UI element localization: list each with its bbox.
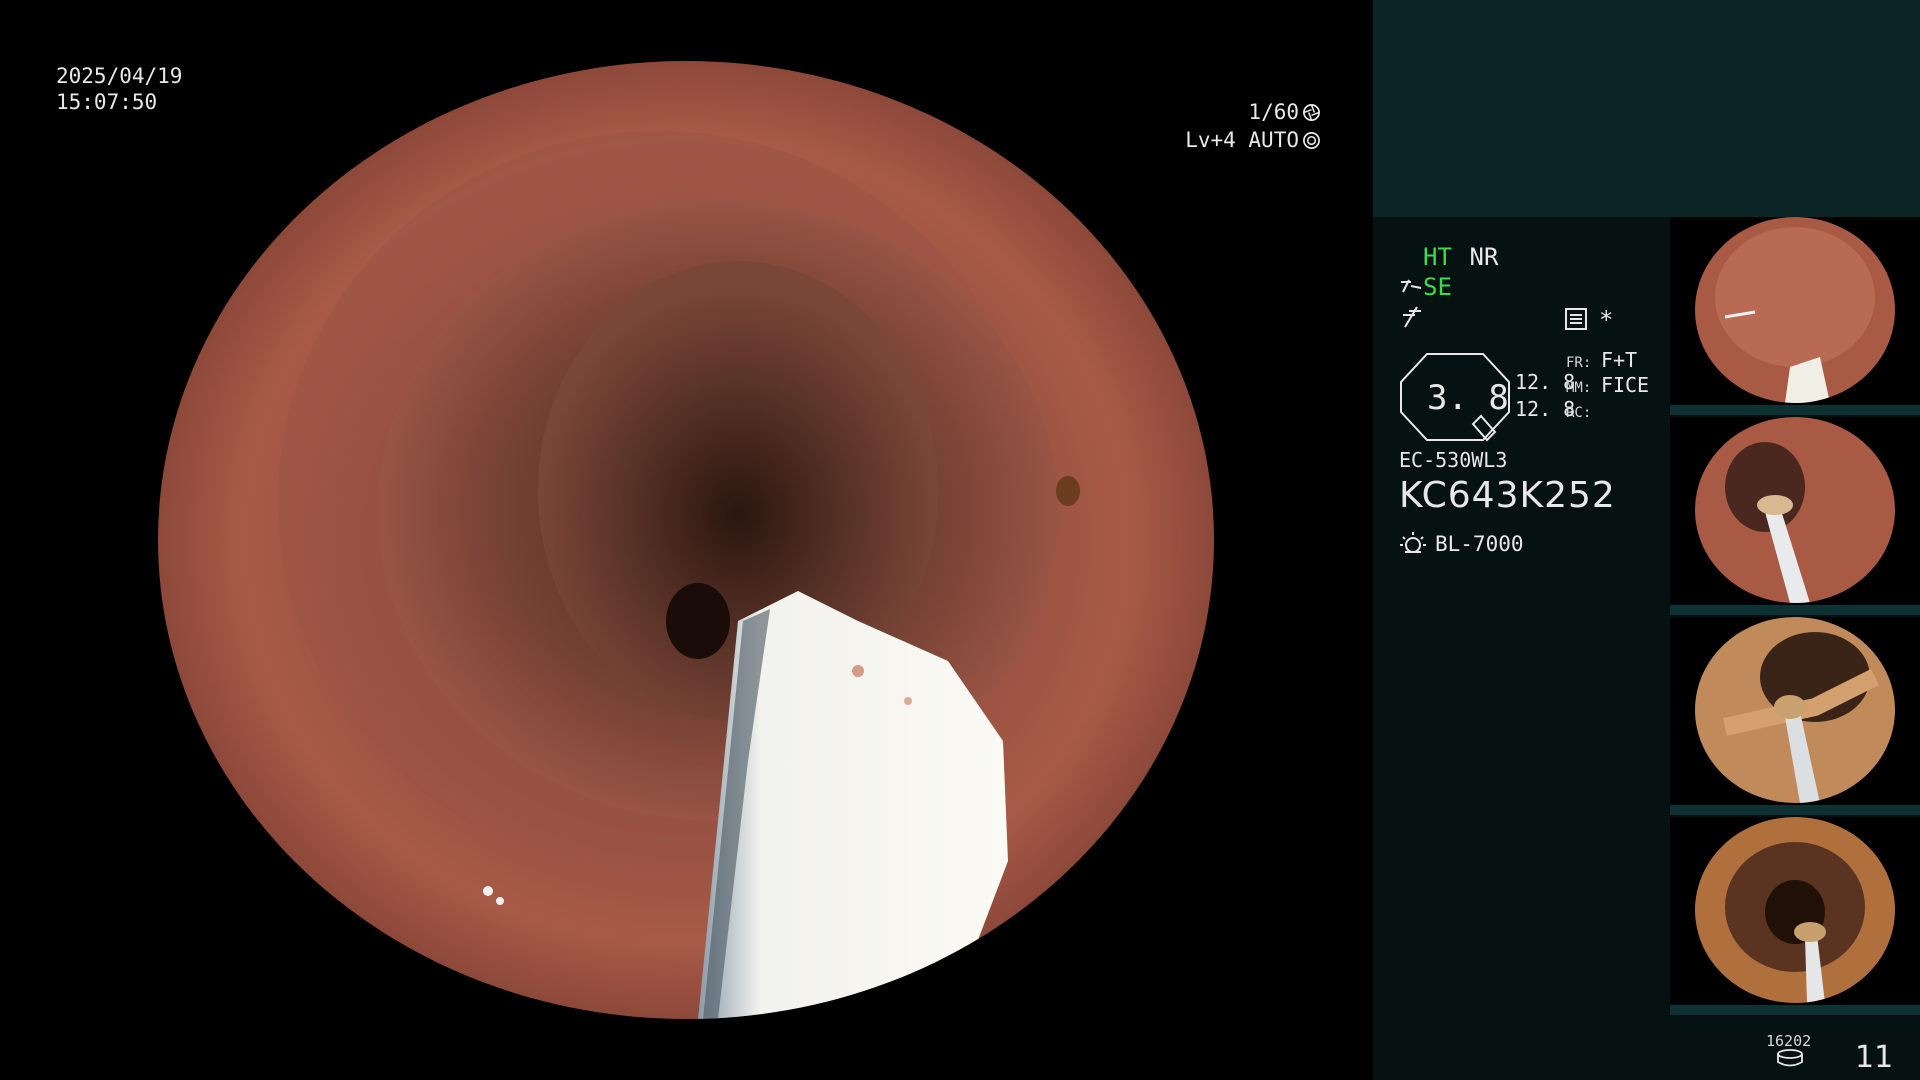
time-text: 15:07:50 xyxy=(56,90,158,114)
datetime-overlay: 2025/04/19 15:07:50 xyxy=(56,63,182,115)
thumbnail-4[interactable] xyxy=(1670,817,1920,1015)
thumbnail-1[interactable] xyxy=(1670,217,1920,415)
image-index: 11 xyxy=(1855,1040,1894,1075)
ht-nr-row: HT NR xyxy=(1423,243,1498,271)
level-text: Lv+4 AUTO xyxy=(1185,128,1299,152)
star-indicator: * xyxy=(1599,306,1614,334)
exposure-overlay: 1/60 Lv+4 AUTO xyxy=(1185,98,1321,154)
se-row: SE xyxy=(1399,273,1452,301)
thumbnail-3[interactable] xyxy=(1670,617,1920,815)
se-indicator: SE xyxy=(1423,273,1452,301)
date-text: 2025/04/19 xyxy=(56,64,183,88)
thumbnail-2[interactable] xyxy=(1670,417,1920,615)
gamma-icon xyxy=(1403,306,1421,328)
iris-icon xyxy=(1303,131,1320,149)
scope-model: EC-530WL3 xyxy=(1399,448,1508,472)
shutter-text: 1/60 xyxy=(1248,100,1299,124)
menu-icon xyxy=(1565,308,1587,330)
endoscopic-image xyxy=(158,61,1214,1019)
fr-row: FR: F+T xyxy=(1566,348,1638,372)
zoom-indicator: 3. 8 xyxy=(1399,352,1511,442)
thumbnail-strip xyxy=(1670,217,1920,1017)
storage-count: 16202 xyxy=(1766,1032,1812,1050)
nr-indicator: NR xyxy=(1469,243,1499,271)
light-bulb-icon xyxy=(1400,532,1426,553)
ht-indicator: HT xyxy=(1423,243,1452,271)
storage-icon xyxy=(1777,1049,1803,1067)
light-source: BL-7000 xyxy=(1399,530,1524,558)
endoscope-main-view: 2025/04/19 15:07:50 1/60 Lv+4 AUTO xyxy=(0,0,1373,1080)
rc-row: RC: xyxy=(1566,405,1592,421)
zoom-value: 3. 8 xyxy=(1427,378,1509,418)
panel-header-area xyxy=(1373,0,1920,217)
structure-enhance-icon xyxy=(1401,279,1422,293)
scope-serial: KC643K252 xyxy=(1399,475,1616,516)
light-source-model: BL-7000 xyxy=(1435,532,1524,556)
aperture-icon xyxy=(1303,103,1320,121)
mm-row: MM: FICE xyxy=(1566,373,1650,397)
